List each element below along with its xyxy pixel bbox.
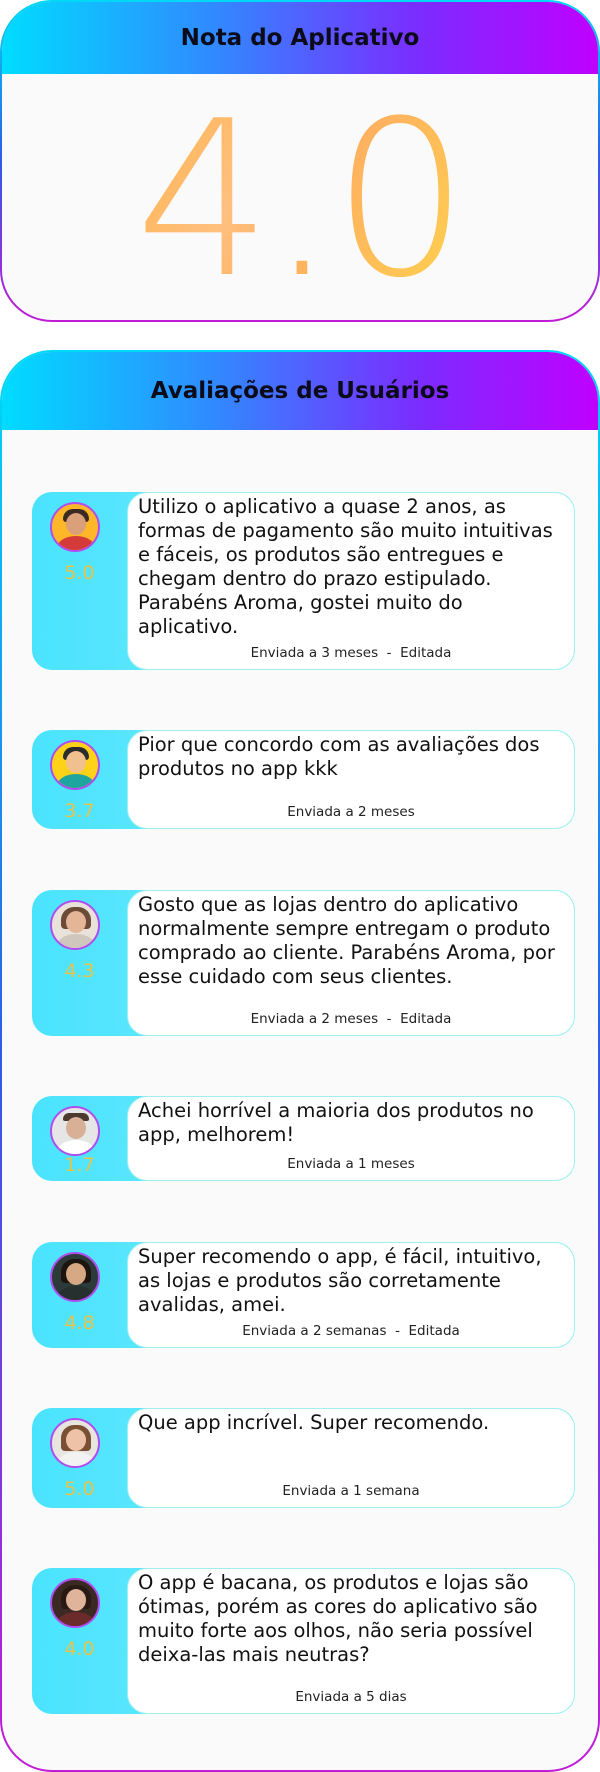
review-score: 1.7 [64,1154,95,1176]
review-meta: Enviada a 1 semana [282,1483,420,1499]
reviews-list[interactable]: Avaliações de Usuários 5.0 Utilizo o apl… [2,352,598,1770]
review-item[interactable]: 3.7 Pior que concordo com as avaliações … [32,730,575,829]
review-text: Utilizo o aplicativo a quase 2 anos, as … [138,495,553,638]
app-rating-card: Nota do Aplicativo 4.0 [0,0,600,322]
user-reviews-title: Avaliações de Usuários [150,378,450,404]
review-bubble: Utilizo o aplicativo a quase 2 anos, as … [127,492,575,670]
review-score: 4.3 [64,960,95,982]
user-reviews-card: Avaliações de Usuários 5.0 Utilizo o apl… [0,350,600,1772]
review-text: Pior que concordo com as avaliações dos … [138,733,540,780]
review-score: 4.8 [64,1312,95,1334]
review-score: 5.0 [64,1478,95,1500]
man-bald-avatar-icon [50,1106,100,1156]
app-rating-score: 4.0 [135,74,469,320]
review-meta: Enviada a 2 semanas - Editada [242,1323,460,1339]
review-meta: Enviada a 2 meses [287,804,415,820]
review-item[interactable]: 4.3 Gosto que as lojas dentro do aplicat… [32,890,575,1036]
review-bubble: Que app incrível. Super recomendo. Envia… [127,1408,575,1508]
review-score: 5.0 [64,562,95,584]
review-text: Que app incrível. Super recomendo. [138,1411,490,1434]
man-beard-avatar-icon [50,502,100,552]
woman-glasses-avatar-icon [50,1578,100,1628]
review-item[interactable]: 4.0 O app é bacana, os produtos e lojas … [32,1568,575,1714]
review-text: Super recomendo o app, é fácil, intuitiv… [138,1245,542,1316]
review-text: Gosto que as lojas dentro do aplicativo … [138,893,555,988]
review-bubble: O app é bacana, os produtos e lojas são … [127,1568,575,1714]
user-reviews-header: Avaliações de Usuários [2,352,598,430]
review-text: O app é bacana, os produtos e lojas são … [138,1571,538,1666]
review-item[interactable]: 5.0 Que app incrível. Super recomendo. E… [32,1408,575,1508]
review-item[interactable]: 4.8 Super recomendo o app, é fácil, intu… [32,1242,575,1348]
app-rating-title: Nota do Aplicativo [180,25,420,51]
review-bubble: Super recomendo o app, é fácil, intuitiv… [127,1242,575,1348]
review-bubble: Gosto que as lojas dentro do aplicativo … [127,890,575,1036]
review-score: 3.7 [64,800,95,822]
woman-curly-avatar-icon [50,900,100,950]
review-item[interactable]: 1.7 Achei horrível a maioria dos produto… [32,1096,575,1181]
review-meta: Enviada a 5 dias [295,1689,407,1705]
review-bubble: Achei horrível a maioria dos produtos no… [127,1096,575,1181]
man-cartoon-avatar-icon [50,740,100,790]
woman-long-hair-avatar-icon [50,1418,100,1468]
review-item[interactable]: 5.0 Utilizo o aplicativo a quase 2 anos,… [32,492,575,670]
app-rating-header: Nota do Aplicativo [2,2,598,74]
review-text: Achei horrível a maioria dos produtos no… [138,1099,534,1146]
woman-dark-hair-avatar-icon [50,1252,100,1302]
review-meta: Enviada a 1 meses [287,1156,415,1172]
review-score: 4.0 [64,1638,95,1660]
review-meta: Enviada a 2 meses - Editada [250,1011,452,1027]
review-meta: Enviada a 3 meses - Editada [250,645,452,661]
review-bubble: Pior que concordo com as avaliações dos … [127,730,575,829]
